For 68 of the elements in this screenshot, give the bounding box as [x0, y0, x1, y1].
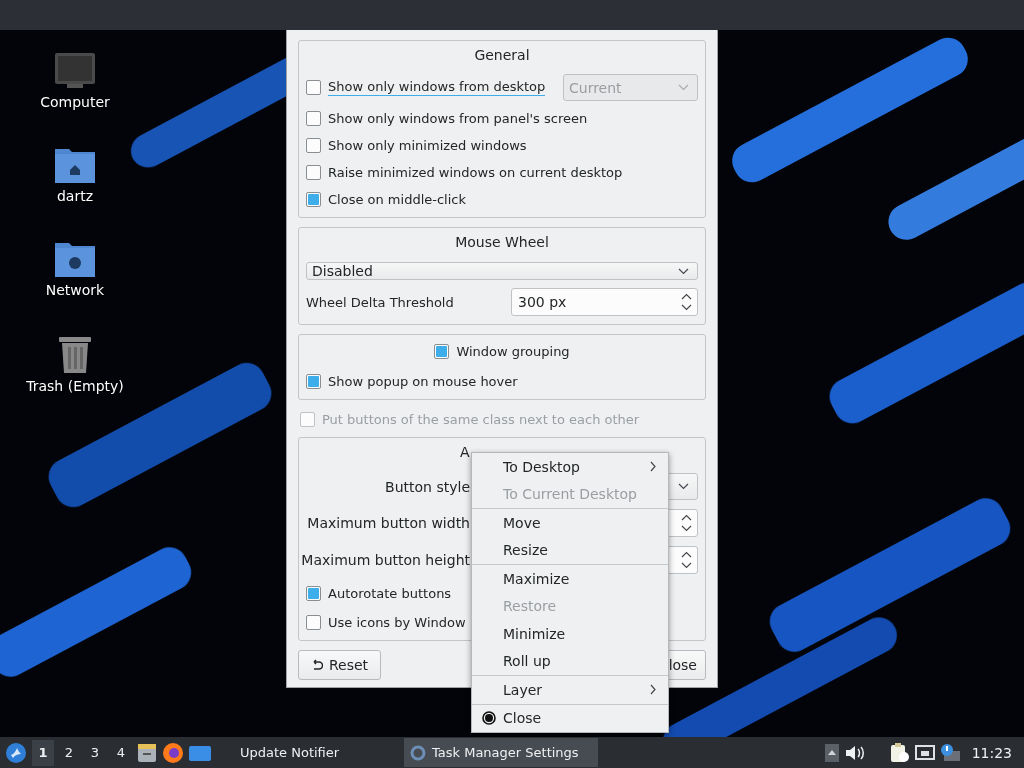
chevron-right-icon: [650, 684, 656, 696]
wheel-combo[interactable]: Disabled: [306, 262, 698, 280]
field-label: Maximum button height: [301, 552, 470, 568]
threshold-spinbox[interactable]: 300 px: [511, 288, 698, 316]
reset-button[interactable]: Reset: [298, 650, 382, 680]
network-folder-icon[interactable]: [54, 240, 96, 278]
checkbox-label[interactable]: Use icons by Window: [328, 614, 466, 630]
spin-arrows-icon: [681, 293, 692, 311]
field-label: Maximum button width: [307, 515, 470, 531]
desktop-icon-label[interactable]: Computer: [40, 94, 110, 110]
clock[interactable]: 11:23: [971, 744, 1012, 761]
workspace-button[interactable]: 1: [32, 739, 54, 766]
menu-item[interactable]: Close: [472, 704, 668, 732]
taskbar-task[interactable]: Task Manager Settings: [404, 738, 598, 767]
home-folder-icon[interactable]: [54, 146, 96, 184]
workspace-button[interactable]: 2: [58, 739, 80, 766]
menu-item[interactable]: Resize: [472, 536, 668, 564]
chevron-right-icon: [650, 461, 656, 473]
workspace-button[interactable]: 4: [110, 739, 132, 766]
checkbox-label[interactable]: Autorotate buttons: [328, 585, 452, 601]
menu-item[interactable]: Roll up: [472, 647, 668, 675]
checkbox[interactable]: [434, 343, 450, 359]
desktop-icon-label[interactable]: dartz: [56, 188, 94, 204]
group-title: General: [474, 47, 530, 63]
checkbox-label[interactable]: Show only windows from panel's screen: [328, 110, 588, 126]
checkbox-label[interactable]: Show only windows from desktop: [328, 79, 546, 96]
checkbox-label[interactable]: Close on middle-click: [328, 191, 466, 207]
checkbox-label[interactable]: Window grouping: [456, 343, 570, 359]
checkbox-label[interactable]: Raise minimized windows on current desktop: [328, 164, 623, 180]
notification-icon[interactable]: [939, 742, 962, 763]
start-menu-icon[interactable]: [4, 740, 28, 765]
menu-item[interactable]: To Desktop: [472, 453, 668, 481]
group-title: Mouse Wheel: [455, 234, 549, 250]
group-title: A: [460, 444, 470, 460]
spin-arrows-icon: [681, 551, 692, 569]
close-circle-icon: [482, 711, 496, 726]
checkbox-label[interactable]: Show only minimized windows: [328, 137, 527, 153]
checkbox[interactable]: [306, 110, 321, 126]
checkbox-label[interactable]: Show popup on mouse hover: [328, 373, 518, 389]
trash-icon[interactable]: [57, 334, 93, 374]
menu-item[interactable]: Maximize: [472, 565, 668, 593]
menu-item[interactable]: Minimize: [472, 620, 668, 648]
checkbox[interactable]: [306, 373, 321, 389]
menu-item[interactable]: Move: [472, 509, 668, 537]
spin-arrows-icon: [681, 514, 692, 532]
speaker-icon[interactable]: [843, 743, 866, 762]
workspace-button[interactable]: 3: [84, 739, 106, 766]
field-label: Wheel Delta Threshold: [306, 294, 455, 310]
checkbox[interactable]: [306, 164, 321, 180]
arrow-up-icon[interactable]: [823, 742, 840, 763]
undo-icon: [311, 659, 323, 671]
chevron-down-icon: [678, 267, 689, 275]
taskbar-task[interactable]: Update Notifier: [216, 738, 400, 767]
menu-item[interactable]: Layer: [472, 676, 668, 704]
chevron-down-icon: [678, 483, 689, 490]
field-label: Button style: [385, 478, 470, 495]
checkbox[interactable]: [306, 137, 321, 153]
monitor-icon[interactable]: [54, 52, 96, 90]
checkbox[interactable]: [306, 80, 321, 95]
file-manager-icon[interactable]: [136, 741, 158, 764]
checkbox[interactable]: [306, 614, 321, 630]
browser-icon[interactable]: [162, 741, 184, 764]
chevron-down-icon: [678, 84, 689, 91]
checkbox[interactable]: [306, 191, 321, 207]
checkbox[interactable]: [306, 585, 321, 601]
desktop-icon-label[interactable]: Trash (Empty): [26, 378, 124, 394]
network-icon[interactable]: [913, 742, 936, 763]
desktop-icon-label[interactable]: Network: [45, 282, 105, 298]
